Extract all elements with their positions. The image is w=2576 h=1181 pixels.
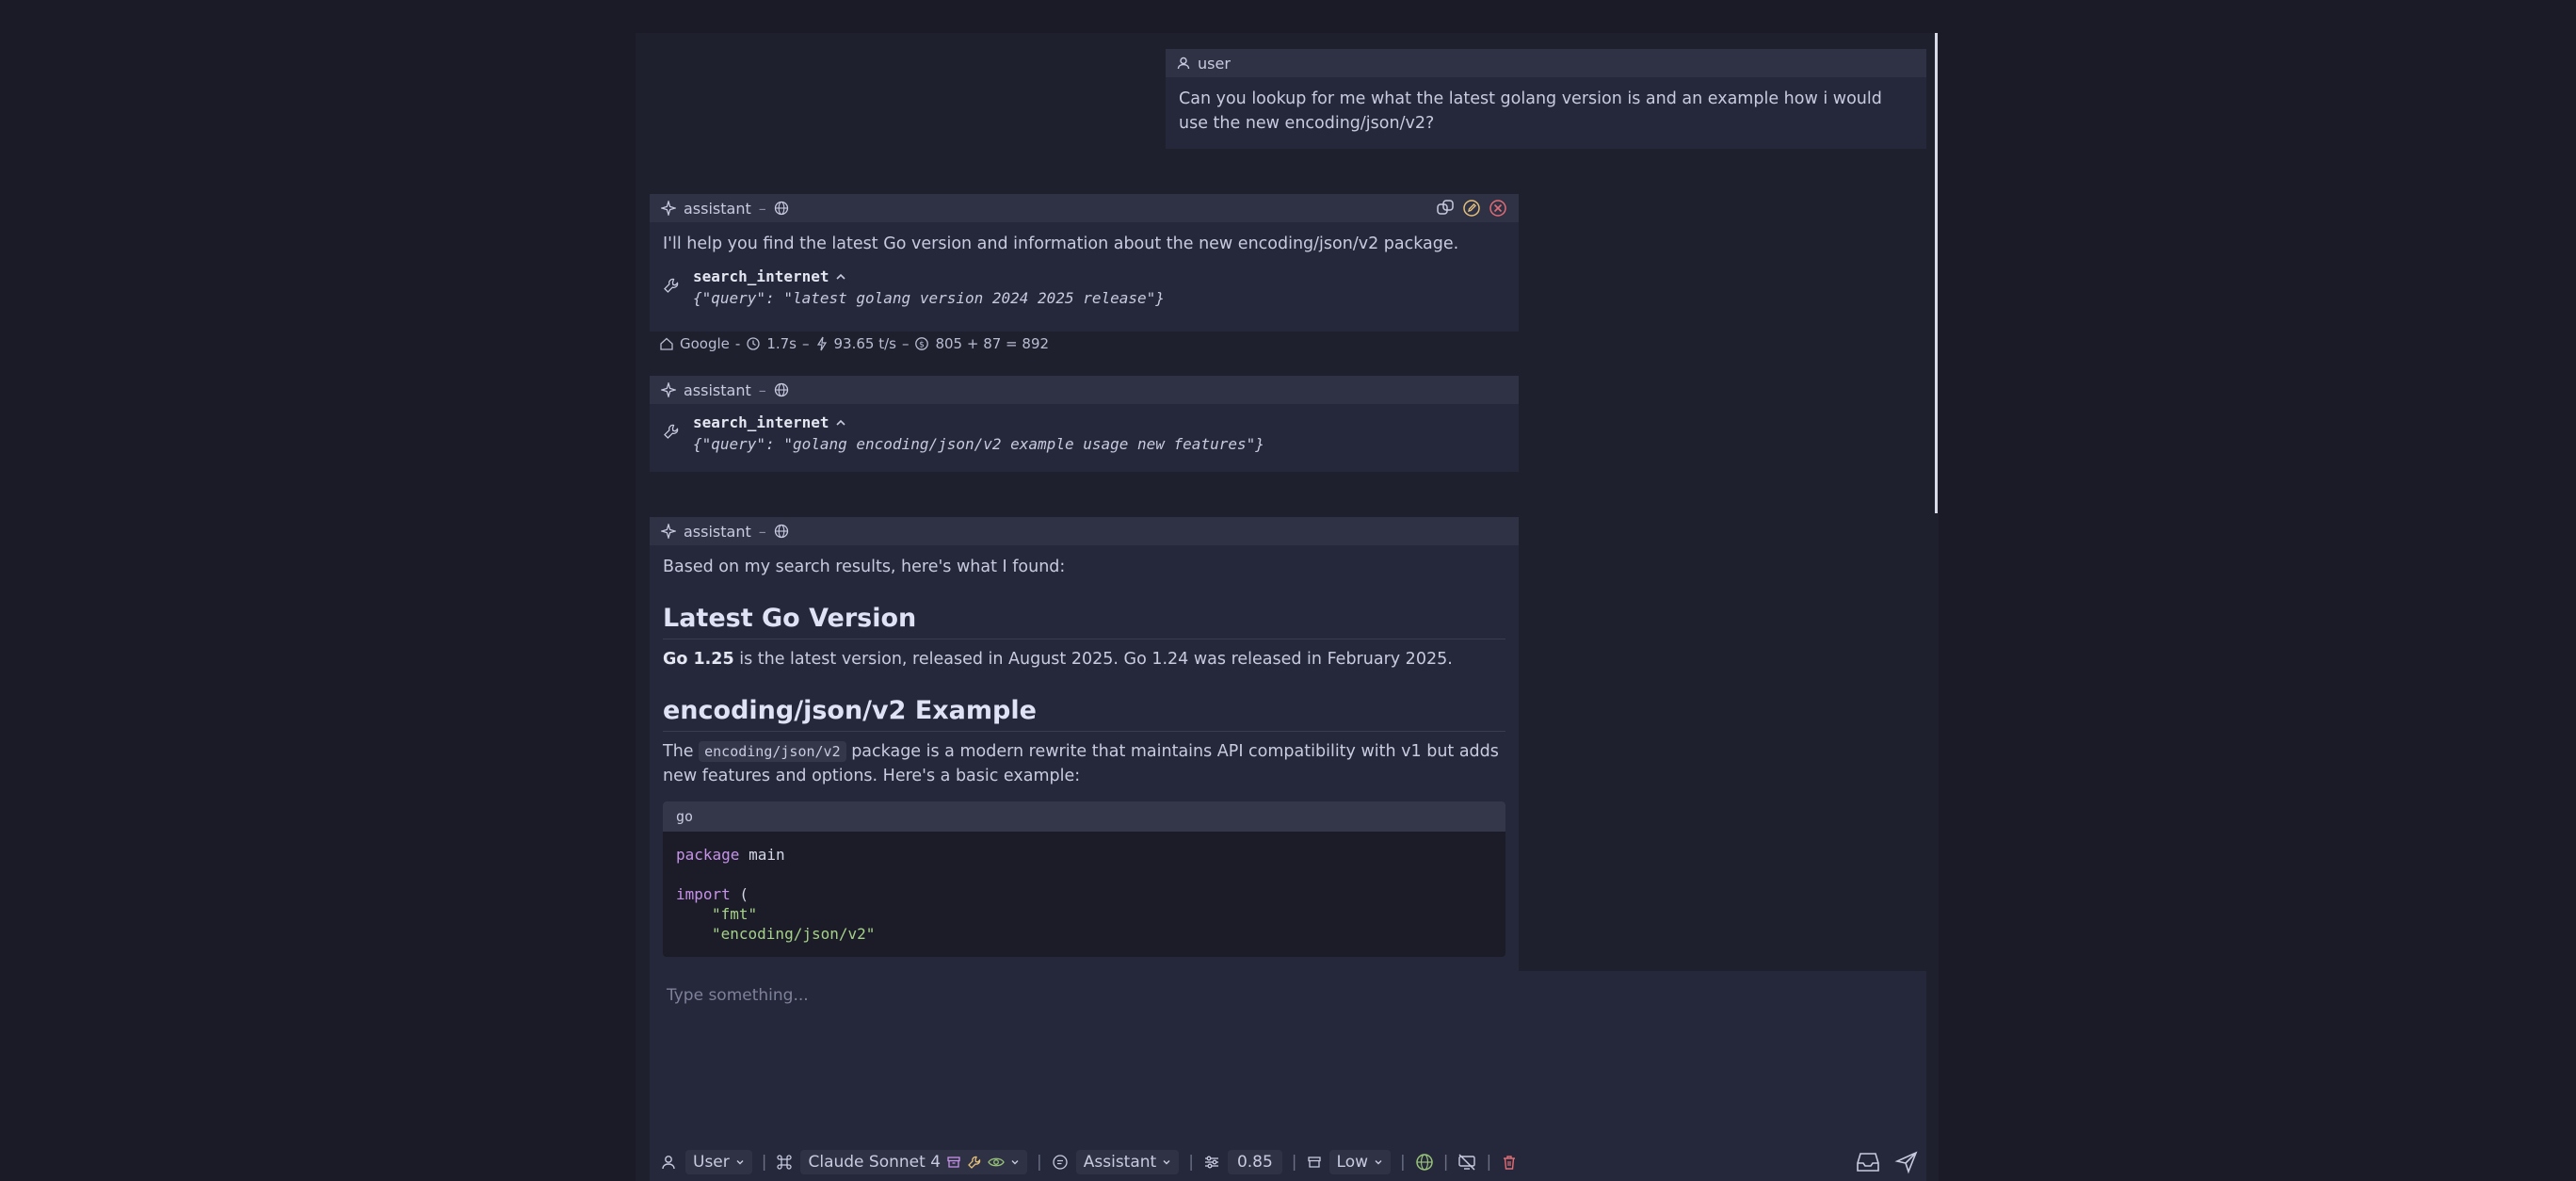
composer-toolbar: User | Claude Sonnet 4 | Assistant | 0.8… xyxy=(650,1147,1926,1177)
code-string: "fmt" xyxy=(712,905,758,923)
user-message-header: user xyxy=(1166,49,1926,77)
wrench-icon xyxy=(663,277,680,294)
inbox-icon[interactable] xyxy=(1855,1150,1881,1174)
model-select-value: Claude Sonnet 4 xyxy=(808,1153,942,1172)
chevron-down-icon xyxy=(735,1157,745,1167)
assistant-header: assistant – xyxy=(650,376,1519,404)
coin-icon: $ xyxy=(914,336,929,351)
inline-code: encoding/json/v2 xyxy=(699,741,846,762)
globe-icon xyxy=(774,524,789,539)
persona-select-value: Assistant xyxy=(1083,1153,1157,1172)
sparkle-icon xyxy=(661,382,676,397)
role-label: user xyxy=(1198,54,1231,73)
send-icon[interactable] xyxy=(1894,1150,1919,1174)
code-block: go package main import ( "fmt" "encoding… xyxy=(663,801,1505,957)
user-select[interactable]: User xyxy=(685,1150,752,1174)
assistant-message-2: assistant – search_internet {"query": "g… xyxy=(650,376,1519,472)
temperature-value: 0.85 xyxy=(1236,1153,1273,1172)
delete-icon[interactable] xyxy=(1489,199,1507,218)
edit-icon[interactable] xyxy=(1462,199,1481,218)
code-language: go xyxy=(663,801,1505,832)
time-label: 1.7s xyxy=(766,335,797,352)
role-label: assistant xyxy=(684,199,751,218)
assistant-intro-text: I'll help you find the latest Go version… xyxy=(663,235,1459,253)
heading-json-v2: encoding/json/v2 Example xyxy=(663,696,1505,732)
role-label: assistant xyxy=(684,522,751,541)
chevron-up-icon[interactable] xyxy=(835,417,846,429)
assistant-message-3: assistant – Based on my search results, … xyxy=(650,517,1519,971)
tool-call[interactable]: search_internet {"query": "latest golang… xyxy=(663,267,1505,307)
tool-args: {"query": "golang encoding/json/v2 examp… xyxy=(693,435,1264,453)
speed-icon xyxy=(815,336,829,351)
sparkle-icon xyxy=(661,524,676,539)
command-icon xyxy=(776,1154,793,1171)
code-string: "encoding/json/v2" xyxy=(712,925,876,943)
persona-select[interactable]: Assistant xyxy=(1075,1150,1180,1174)
clock-icon xyxy=(746,336,761,351)
user-icon xyxy=(1177,57,1190,70)
tool-call[interactable]: search_internet {"query": "golang encodi… xyxy=(663,413,1505,453)
archive-icon xyxy=(946,1155,961,1170)
code-content: package main import ( "fmt" "encoding/js… xyxy=(663,832,1505,957)
globe-icon[interactable] xyxy=(1415,1153,1434,1172)
user-select-value: User xyxy=(693,1153,730,1172)
assistant-header: assistant – xyxy=(650,517,1519,545)
sparkle-icon xyxy=(661,201,676,216)
globe-icon xyxy=(774,382,789,397)
tokens-label: 805 + 87 = 892 xyxy=(935,335,1050,352)
user-icon xyxy=(661,1155,676,1170)
tool-args: {"query": "latest golang version 2024 20… xyxy=(693,289,1165,307)
archive-icon xyxy=(1307,1155,1322,1170)
response-meta: Google - 1.7s – 93.65 t/s – $ 805 + 87 =… xyxy=(659,335,1049,352)
code-keyword: package xyxy=(676,846,740,864)
heading-latest-go: Latest Go Version xyxy=(663,604,1505,639)
code-text: main xyxy=(739,846,785,864)
message-icon xyxy=(1052,1154,1069,1171)
delete-icon[interactable] xyxy=(1501,1154,1518,1171)
user-message: user Can you lookup for me what the late… xyxy=(1166,49,1926,149)
eye-icon xyxy=(988,1155,1005,1170)
code-text: ( xyxy=(730,885,749,903)
home-icon xyxy=(659,336,674,351)
chevron-down-icon xyxy=(1010,1157,1020,1167)
assistant-header: assistant – xyxy=(650,194,1519,222)
temperature-input[interactable]: 0.85 xyxy=(1227,1150,1282,1174)
assistant-intro-text: Based on my search results, here's what … xyxy=(663,558,1066,576)
text-segment: The xyxy=(663,742,700,761)
assistant-message-1: assistant – I'll help you find the lates… xyxy=(650,194,1519,332)
chevron-up-icon[interactable] xyxy=(835,271,846,283)
copy-icon[interactable] xyxy=(1436,199,1455,218)
provider-label: Google xyxy=(680,335,730,352)
composer-placeholder: Type something... xyxy=(667,986,809,1005)
svg-text:$: $ xyxy=(920,340,926,349)
go-version-rest: is the latest version, released in Augus… xyxy=(733,650,1453,669)
globe-icon xyxy=(774,201,789,216)
tool-name: search_internet xyxy=(693,267,829,285)
paragraph-go-version: Go 1.25 is the latest version, released … xyxy=(663,647,1505,671)
scrollbar[interactable] xyxy=(1935,33,1938,513)
screen-off-icon[interactable] xyxy=(1457,1153,1476,1172)
paragraph-json-v2: The encoding/json/v2 package is a modern… xyxy=(663,739,1505,788)
chevron-down-icon xyxy=(1374,1157,1383,1167)
code-keyword: import xyxy=(676,885,731,903)
go-version-bold: Go 1.25 xyxy=(663,650,734,669)
role-label: assistant xyxy=(684,380,751,399)
speed-label: 93.65 t/s xyxy=(833,335,896,352)
model-select[interactable]: Claude Sonnet 4 xyxy=(800,1150,1028,1174)
wrench-icon xyxy=(663,423,680,440)
chevron-down-icon xyxy=(1162,1157,1171,1167)
tool-name: search_internet xyxy=(693,413,829,431)
effort-select-value: Low xyxy=(1336,1153,1369,1172)
tools-icon xyxy=(967,1155,982,1170)
effort-select[interactable]: Low xyxy=(1328,1150,1392,1174)
user-message-text: Can you lookup for me what the latest go… xyxy=(1179,89,1882,133)
sliders-icon xyxy=(1203,1154,1220,1171)
